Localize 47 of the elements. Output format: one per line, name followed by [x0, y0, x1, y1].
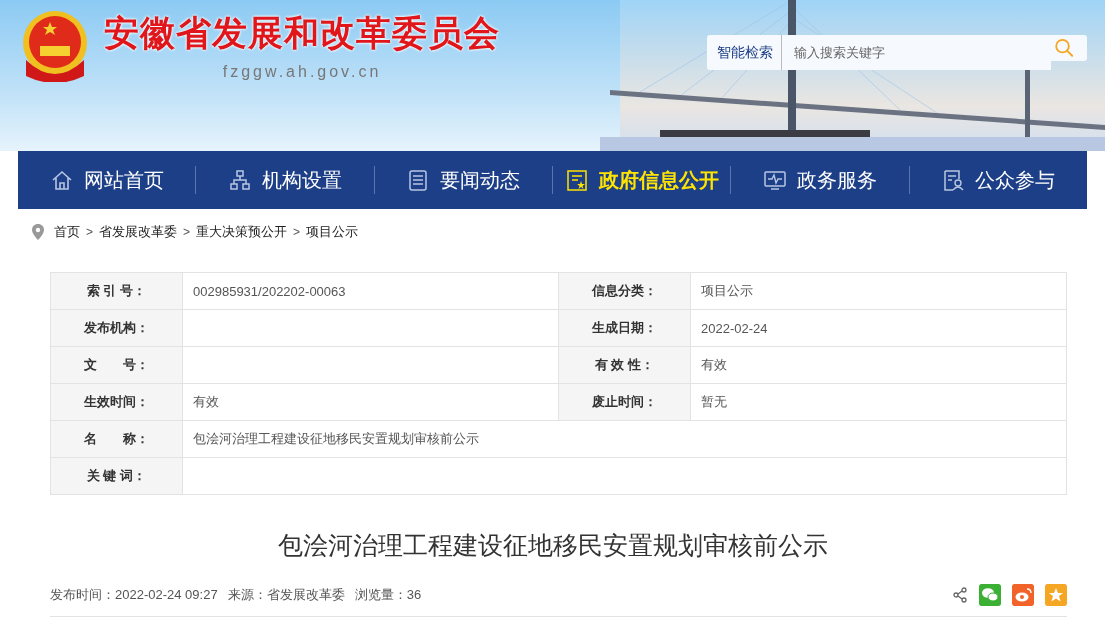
- breadcrumb-link[interactable]: 首页: [54, 223, 80, 241]
- monitor-icon: [762, 168, 787, 192]
- field-label: 信息分类：: [559, 273, 691, 310]
- field-label: 关 键 词：: [51, 458, 183, 495]
- search-button[interactable]: [1051, 35, 1087, 61]
- breadcrumb-link[interactable]: 项目公示: [306, 223, 359, 241]
- field-value: 暂无: [691, 384, 1067, 421]
- org-chart-icon: [228, 168, 252, 192]
- breadcrumb-link[interactable]: 重大决策预公开: [196, 223, 288, 241]
- field-label: 生成日期：: [559, 310, 691, 347]
- breadcrumb-separator: >: [183, 225, 191, 239]
- article-meta: 浏览量：36: [354, 586, 422, 604]
- field-label: 生效时间：: [51, 384, 183, 421]
- nav-tab[interactable]: 机构设置: [196, 151, 374, 209]
- nav-tab[interactable]: 要闻动态: [374, 151, 552, 209]
- article-meta: 发布时间：2022-02-24 09:27: [50, 586, 218, 604]
- share-icon[interactable]: [952, 587, 968, 603]
- field-label: 发布机构：: [51, 310, 183, 347]
- search-field[interactable]: 输入搜索关键字: [782, 35, 1051, 70]
- breadcrumb-separator: >: [86, 225, 93, 239]
- field-value: 项目公示: [691, 273, 1067, 310]
- field-value: 有效: [183, 384, 559, 421]
- field-label: 索 引 号：: [51, 273, 183, 310]
- field-value: 包浍河治理工程建设征地移民安置规划审核前公示: [183, 421, 1067, 458]
- search-label: 智能检索: [707, 35, 782, 70]
- field-value: 002985931/202202-00063: [183, 273, 559, 310]
- nav-tab[interactable]: 公众参与: [909, 151, 1087, 209]
- article-meta: 来源：省发展改革委: [227, 586, 345, 604]
- field-label: 文 号：: [51, 347, 183, 384]
- location-pin-icon: [32, 224, 44, 240]
- field-label: 名 称：: [51, 421, 183, 458]
- emblem-icon: [20, 10, 90, 82]
- site-title: 安徽省发展和改革委员会: [104, 12, 500, 54]
- field-label: 废止时间：: [559, 384, 691, 421]
- nav-tab[interactable]: 政府信息公开: [553, 151, 731, 209]
- site-domain: fzggw.ah.gov.cn: [222, 63, 382, 81]
- field-label: 有 效 性：: [559, 347, 691, 384]
- nav-tab[interactable]: 政务服务: [731, 151, 909, 209]
- field-value: 有效: [691, 347, 1067, 384]
- eye-logo-icon[interactable]: [1012, 584, 1034, 606]
- breadcrumb-link[interactable]: 省发展改革委: [99, 223, 177, 241]
- person-document-icon: [941, 168, 966, 192]
- field-value: 2022-02-24: [691, 310, 1067, 347]
- chat-bubbles-icon[interactable]: [979, 584, 1001, 606]
- nav-tab[interactable]: 网站首页: [18, 151, 196, 209]
- breadcrumb-separator: >: [293, 225, 301, 239]
- article-title: 包浍河治理工程建设征地移民安置规划审核前公示: [276, 530, 829, 561]
